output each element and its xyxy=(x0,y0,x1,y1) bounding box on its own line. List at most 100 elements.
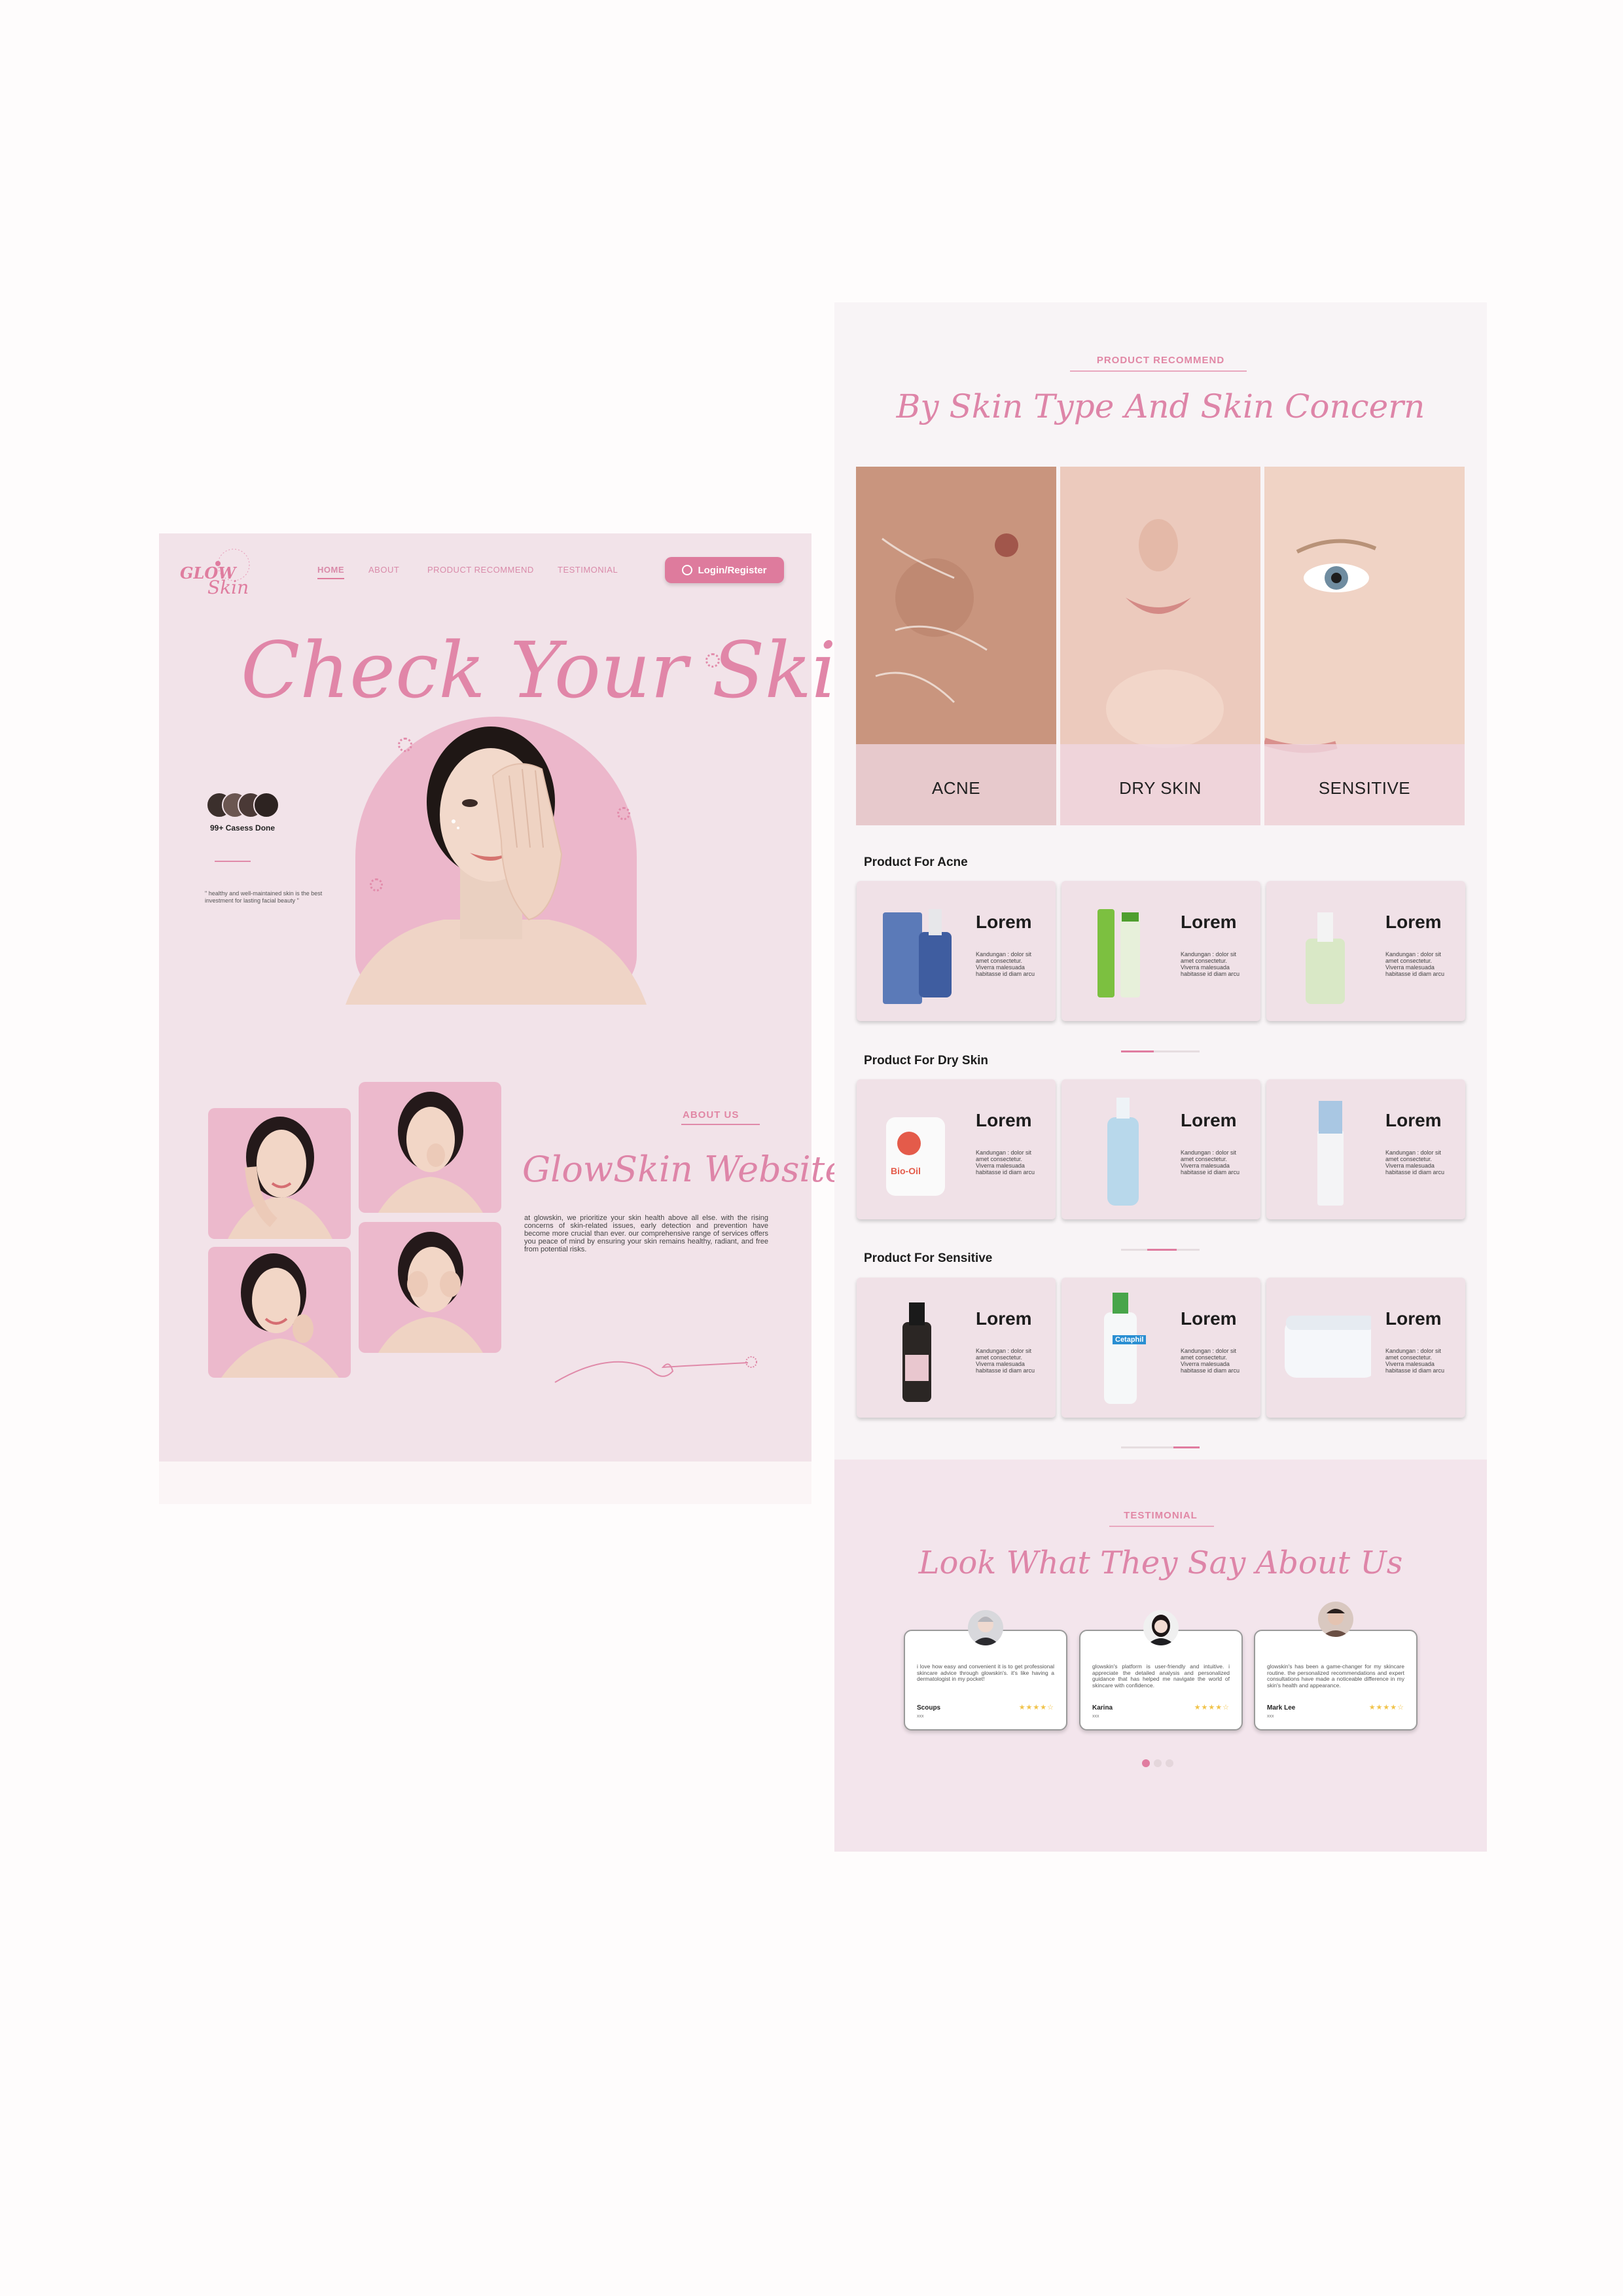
nav-about[interactable]: ABOUT xyxy=(368,565,399,575)
bio-oil-jar-image xyxy=(886,1117,945,1196)
product-name: Lorem xyxy=(976,1110,1032,1130)
product-recommend-title: By Skin Type And Skin Concern xyxy=(896,387,1425,425)
cetaphil-label: Cetaphil xyxy=(1113,1335,1147,1344)
product-card[interactable]: Lorem Kandungan : dolor sit amet consect… xyxy=(1266,1278,1465,1418)
serum-bottle-image xyxy=(883,909,952,1004)
product-name: Lorem xyxy=(1181,912,1237,932)
about-us-title: GlowSkin Website xyxy=(522,1149,846,1190)
product-name: Lorem xyxy=(1385,912,1442,932)
testimonial-title: Look What They Say About Us xyxy=(918,1545,1403,1581)
concern-label-bar: DRY SKIN xyxy=(1060,744,1260,825)
pagination-dot[interactable] xyxy=(1154,1759,1162,1767)
testimonial-text: glowskin's platform is user-friendly and… xyxy=(1092,1663,1230,1689)
product-name: Lorem xyxy=(1181,1110,1237,1130)
pump-bottle-image xyxy=(1107,1098,1139,1206)
carousel-indicator[interactable] xyxy=(1121,1050,1200,1052)
product-description: Kandungan : dolor sit amet consectetur. … xyxy=(1181,951,1240,977)
category-title-sensitive: Product For Sensitive xyxy=(864,1251,993,1265)
concern-label: DRY SKIN xyxy=(1119,778,1202,798)
avatar xyxy=(1143,1610,1179,1645)
hero-title: Check Your Skin xyxy=(241,625,886,715)
product-card[interactable]: Lorem Kandungan : dolor sit amet consect… xyxy=(1266,1079,1465,1219)
user-icon xyxy=(682,565,693,575)
logo[interactable]: GLOW Skin xyxy=(179,547,257,605)
product-description: Kandungan : dolor sit amet consectetur. … xyxy=(976,1348,1035,1374)
product-name: Lorem xyxy=(1181,1308,1237,1329)
pagination-dot-active[interactable] xyxy=(1142,1759,1150,1767)
hero-model-image xyxy=(346,723,650,1005)
nav-testimonial[interactable]: TESTIMONIAL xyxy=(558,565,618,575)
concern-label-bar: ACNE xyxy=(856,744,1056,825)
product-name: Lorem xyxy=(1385,1110,1442,1130)
product-description: Kandungan : dolor sit amet consectetur. … xyxy=(976,1149,1035,1175)
testimonial-section: TESTIMONIAL Look What They Say About Us … xyxy=(834,1460,1487,1852)
category-title-dry-skin: Product For Dry Skin xyxy=(864,1054,989,1067)
nav-product-recommend[interactable]: PRODUCT RECOMMEND xyxy=(427,565,534,575)
about-us-text: at glowskin, we prioritize your skin hea… xyxy=(524,1214,768,1253)
product-card[interactable]: Lorem Kandungan : dolor sit amet consect… xyxy=(1061,1079,1260,1219)
product-card[interactable]: Lorem Kandungan : dolor sit amet consect… xyxy=(1061,881,1260,1021)
concern-label: ACNE xyxy=(931,778,981,798)
star-rating: ★★★★☆ xyxy=(1018,1704,1054,1712)
tube-image xyxy=(1097,909,1140,997)
pagination-dot[interactable] xyxy=(1166,1759,1173,1767)
cream-jar-image xyxy=(1285,1316,1371,1378)
slim-bottle-image xyxy=(1317,1101,1344,1206)
nav-home[interactable]: HOME xyxy=(317,565,344,579)
product-recommend-underline xyxy=(1070,370,1247,372)
product-recommend-panel: PRODUCT RECOMMEND By Skin Type And Skin … xyxy=(834,302,1487,1460)
star-rating: ★★★★☆ xyxy=(1194,1704,1230,1712)
about-photo-2 xyxy=(359,1082,501,1213)
product-description: Kandungan : dolor sit amet consectetur. … xyxy=(1181,1348,1240,1374)
divider xyxy=(215,861,251,862)
testimonial-author-sub: xxx xyxy=(1267,1714,1274,1719)
testimonial-text: glowskin's has been a game-changer for m… xyxy=(1267,1663,1404,1689)
about-photo-1 xyxy=(208,1108,351,1239)
star-rating: ★★★★☆ xyxy=(1368,1704,1404,1712)
product-name: Lorem xyxy=(976,1308,1032,1329)
product-description: Kandungan : dolor sit amet consectetur. … xyxy=(1385,1149,1445,1175)
concern-tile-acne[interactable]: ACNE xyxy=(856,467,1056,825)
about-us-label: ABOUT US xyxy=(683,1109,740,1121)
bio-oil-label: Bio-Oil xyxy=(891,1166,921,1176)
product-card[interactable]: Cetaphil Lorem Kandungan : dolor sit ame… xyxy=(1061,1278,1260,1418)
product-description: Kandungan : dolor sit amet consectetur. … xyxy=(976,951,1035,977)
cetaphil-bottle-image xyxy=(1104,1293,1137,1404)
testimonial-card: i love how easy and convenient it is to … xyxy=(904,1610,1067,1731)
category-title-acne: Product For Acne xyxy=(864,855,968,869)
avatar xyxy=(968,1610,1003,1645)
concern-tile-dry-skin[interactable]: DRY SKIN xyxy=(1060,467,1260,825)
flower-icon xyxy=(370,878,383,891)
testimonial-card: glowskin's platform is user-friendly and… xyxy=(1079,1610,1243,1731)
carousel-indicator[interactable] xyxy=(1121,1249,1200,1251)
cases-done-text: 99+ Casess Done xyxy=(210,823,276,833)
login-register-button[interactable]: Login/Register xyxy=(665,557,784,583)
product-card[interactable]: Lorem Kandungan : dolor sit amet consect… xyxy=(857,881,1056,1021)
dark-bottle-image xyxy=(902,1302,931,1402)
carousel-indicator[interactable] xyxy=(1121,1446,1200,1448)
product-card[interactable]: Bio-Oil Lorem Kandungan : dolor sit amet… xyxy=(857,1079,1056,1219)
dropper-bottle-image xyxy=(1306,912,1345,1004)
concern-tile-sensitive[interactable]: SENSITIVE xyxy=(1264,467,1465,825)
product-description: Kandungan : dolor sit amet consectetur. … xyxy=(1385,1348,1445,1374)
testimonial-author-sub: xxx xyxy=(1092,1714,1099,1719)
product-card[interactable]: Lorem Kandungan : dolor sit amet consect… xyxy=(857,1278,1056,1418)
product-description: Kandungan : dolor sit amet consectetur. … xyxy=(1181,1149,1240,1175)
avatar xyxy=(1318,1602,1353,1637)
product-name: Lorem xyxy=(1385,1308,1442,1329)
product-name: Lorem xyxy=(976,912,1032,932)
testimonial-text: i love how easy and convenient it is to … xyxy=(917,1663,1054,1682)
about-photo-4 xyxy=(359,1222,501,1353)
logo-text-skin: Skin xyxy=(207,577,249,598)
tagline-quote: " healthy and well-maintained skin is th… xyxy=(205,890,323,904)
about-photo-3 xyxy=(208,1247,351,1378)
testimonial-author: Mark Lee xyxy=(1267,1704,1296,1712)
testimonial-underline xyxy=(1109,1526,1214,1527)
product-card[interactable]: Lorem Kandungan : dolor sit amet consect… xyxy=(1266,881,1465,1021)
concern-label: SENSITIVE xyxy=(1318,778,1411,798)
testimonial-card: glowskin's has been a game-changer for m… xyxy=(1254,1602,1418,1731)
flower-icon xyxy=(617,807,630,820)
testimonial-author: Scoups xyxy=(917,1704,941,1712)
concern-label-bar: SENSITIVE xyxy=(1264,744,1465,825)
about-us-underline xyxy=(681,1124,760,1125)
